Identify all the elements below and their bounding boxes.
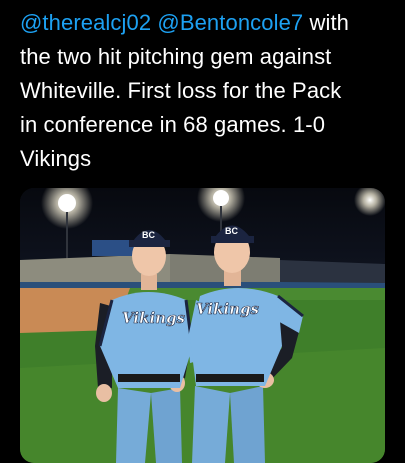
cap-logo-right: BC — [225, 226, 238, 236]
tweet-text-fragment: with — [309, 10, 349, 35]
tweet-photo[interactable]: Vikings BC Vikings — [20, 188, 385, 463]
jersey-script-left: Vikings — [122, 309, 186, 327]
baseball-photo: Vikings BC Vikings — [20, 188, 385, 463]
jersey-script-right: Vikings — [196, 300, 260, 318]
tweet-line-3: Whiteville. First loss for the Pack — [20, 74, 395, 108]
tweet-line-5: Vikings — [20, 142, 395, 176]
tweet-text: @therealcj02 @Bentoncole7 with the two h… — [20, 6, 395, 176]
mention-link-bentoncole7[interactable]: @Bentoncole7 — [157, 10, 303, 35]
cap-logo-left: BC — [142, 230, 155, 240]
tweet-line-2: the two hit pitching gem against — [20, 40, 395, 74]
tweet-line-1: @therealcj02 @Bentoncole7 with — [20, 6, 395, 40]
tweet-line-4: in conference in 68 games. 1-0 — [20, 108, 395, 142]
mention-link-therealcj02[interactable]: @therealcj02 — [20, 10, 151, 35]
